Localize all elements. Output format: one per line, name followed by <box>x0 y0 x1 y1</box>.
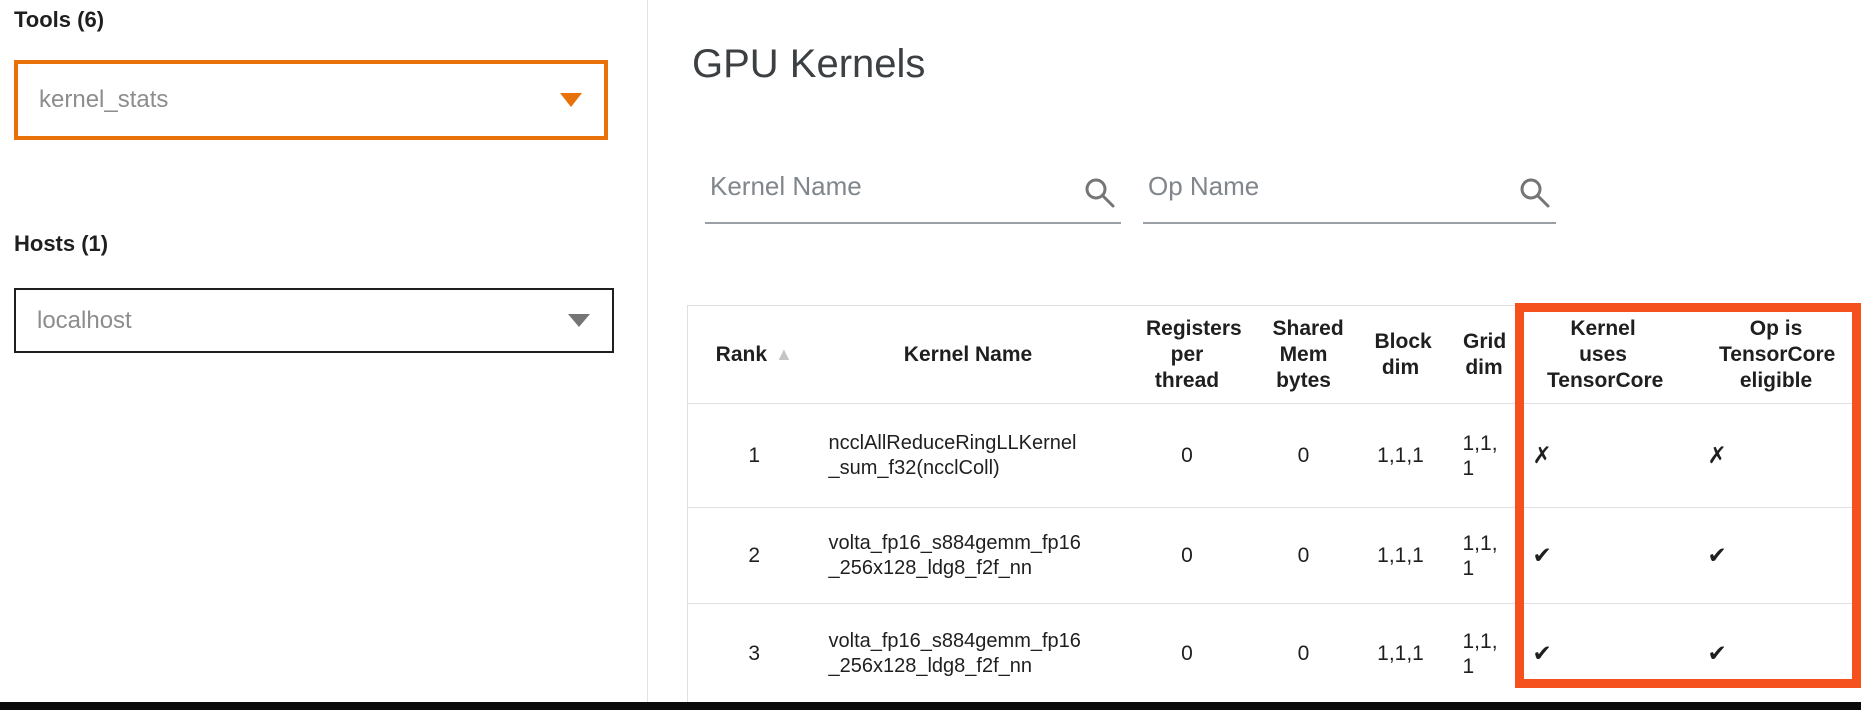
page-title: GPU Kernels <box>692 42 925 87</box>
kernel-name-filter-input[interactable] <box>705 160 1121 222</box>
column-header-kernel-name[interactable]: Kernel Name <box>821 306 1116 404</box>
search-icon <box>1083 176 1117 210</box>
sidebar: Tools (6) kernel_stats Hosts (1) localho… <box>0 0 648 702</box>
cell-block-dim: 1,1,1 <box>1349 604 1453 704</box>
table-header-row: Rank▲ Kernel Name Registers per thread S… <box>688 306 1861 404</box>
cell-kernel-name: ncclAllReduceRingLLKernel_sum_f32(ncclCo… <box>821 404 1116 508</box>
tools-dropdown[interactable]: kernel_stats <box>14 60 608 140</box>
cell-registers-per-thread: 0 <box>1116 404 1259 508</box>
cell-kernel-uses-tensorcore: ✔ <box>1516 604 1691 704</box>
column-header-kernel-uses-tensorcore[interactable]: Kernel uses TensorCore <box>1516 306 1691 404</box>
cell-grid-dim: 1,1,1 <box>1453 604 1516 704</box>
cell-registers-per-thread: 0 <box>1116 604 1259 704</box>
cell-kernel-name: volta_fp16_s884gemm_fp16_256x128_ldg8_f2… <box>821 604 1116 704</box>
column-header-block-dim[interactable]: Block dim <box>1349 306 1453 404</box>
bottom-bar <box>0 702 1861 710</box>
table-row: 3volta_fp16_s884gemm_fp16_256x128_ldg8_f… <box>688 604 1861 704</box>
table-row: 1ncclAllReduceRingLLKernel_sum_f32(ncclC… <box>688 404 1861 508</box>
hosts-label: Hosts (1) <box>14 231 108 257</box>
sort-ascending-icon: ▲ <box>775 344 793 364</box>
hosts-dropdown-value: localhost <box>16 307 568 335</box>
tools-label: Tools (6) <box>14 7 104 33</box>
chevron-down-icon <box>568 314 590 327</box>
column-header-shared-mem-bytes[interactable]: Shared Mem bytes <box>1259 306 1349 404</box>
cell-shared-mem-bytes: 0 <box>1259 604 1349 704</box>
op-name-filter <box>1143 148 1556 224</box>
cell-kernel-uses-tensorcore: ✗ <box>1516 404 1691 508</box>
chevron-down-icon <box>560 93 582 107</box>
cell-rank: 1 <box>688 404 821 508</box>
cell-block-dim: 1,1,1 <box>1349 404 1453 508</box>
table-row: 2volta_fp16_s884gemm_fp16_256x128_ldg8_f… <box>688 508 1861 604</box>
cell-kernel-name: volta_fp16_s884gemm_fp16_256x128_ldg8_f2… <box>821 508 1116 604</box>
column-header-op-is-tensorcore-eligible[interactable]: Op is TensorCore eligible <box>1691 306 1861 404</box>
cell-grid-dim: 1,1,1 <box>1453 508 1516 604</box>
cell-rank: 2 <box>688 508 821 604</box>
gpu-kernels-table: Rank▲ Kernel Name Registers per thread S… <box>687 305 1861 703</box>
hosts-dropdown[interactable]: localhost <box>14 288 614 353</box>
cell-registers-per-thread: 0 <box>1116 508 1259 604</box>
cell-shared-mem-bytes: 0 <box>1259 508 1349 604</box>
cell-op-tensorcore-eligible: ✔ <box>1691 508 1861 604</box>
table-body: 1ncclAllReduceRingLLKernel_sum_f32(ncclC… <box>688 404 1861 704</box>
cell-kernel-uses-tensorcore: ✔ <box>1516 508 1691 604</box>
cell-block-dim: 1,1,1 <box>1349 508 1453 604</box>
cell-shared-mem-bytes: 0 <box>1259 404 1349 508</box>
column-header-registers-per-thread[interactable]: Registers per thread <box>1116 306 1259 404</box>
cell-op-tensorcore-eligible: ✗ <box>1691 404 1861 508</box>
cell-op-tensorcore-eligible: ✔ <box>1691 604 1861 704</box>
tools-dropdown-value: kernel_stats <box>18 86 560 114</box>
kernel-name-filter <box>705 148 1121 224</box>
cell-grid-dim: 1,1,1 <box>1453 404 1516 508</box>
search-icon <box>1518 176 1552 210</box>
cell-rank: 3 <box>688 604 821 704</box>
column-header-grid-dim[interactable]: Grid dim <box>1453 306 1516 404</box>
column-header-rank[interactable]: Rank▲ <box>688 306 821 404</box>
op-name-filter-input[interactable] <box>1143 160 1556 222</box>
